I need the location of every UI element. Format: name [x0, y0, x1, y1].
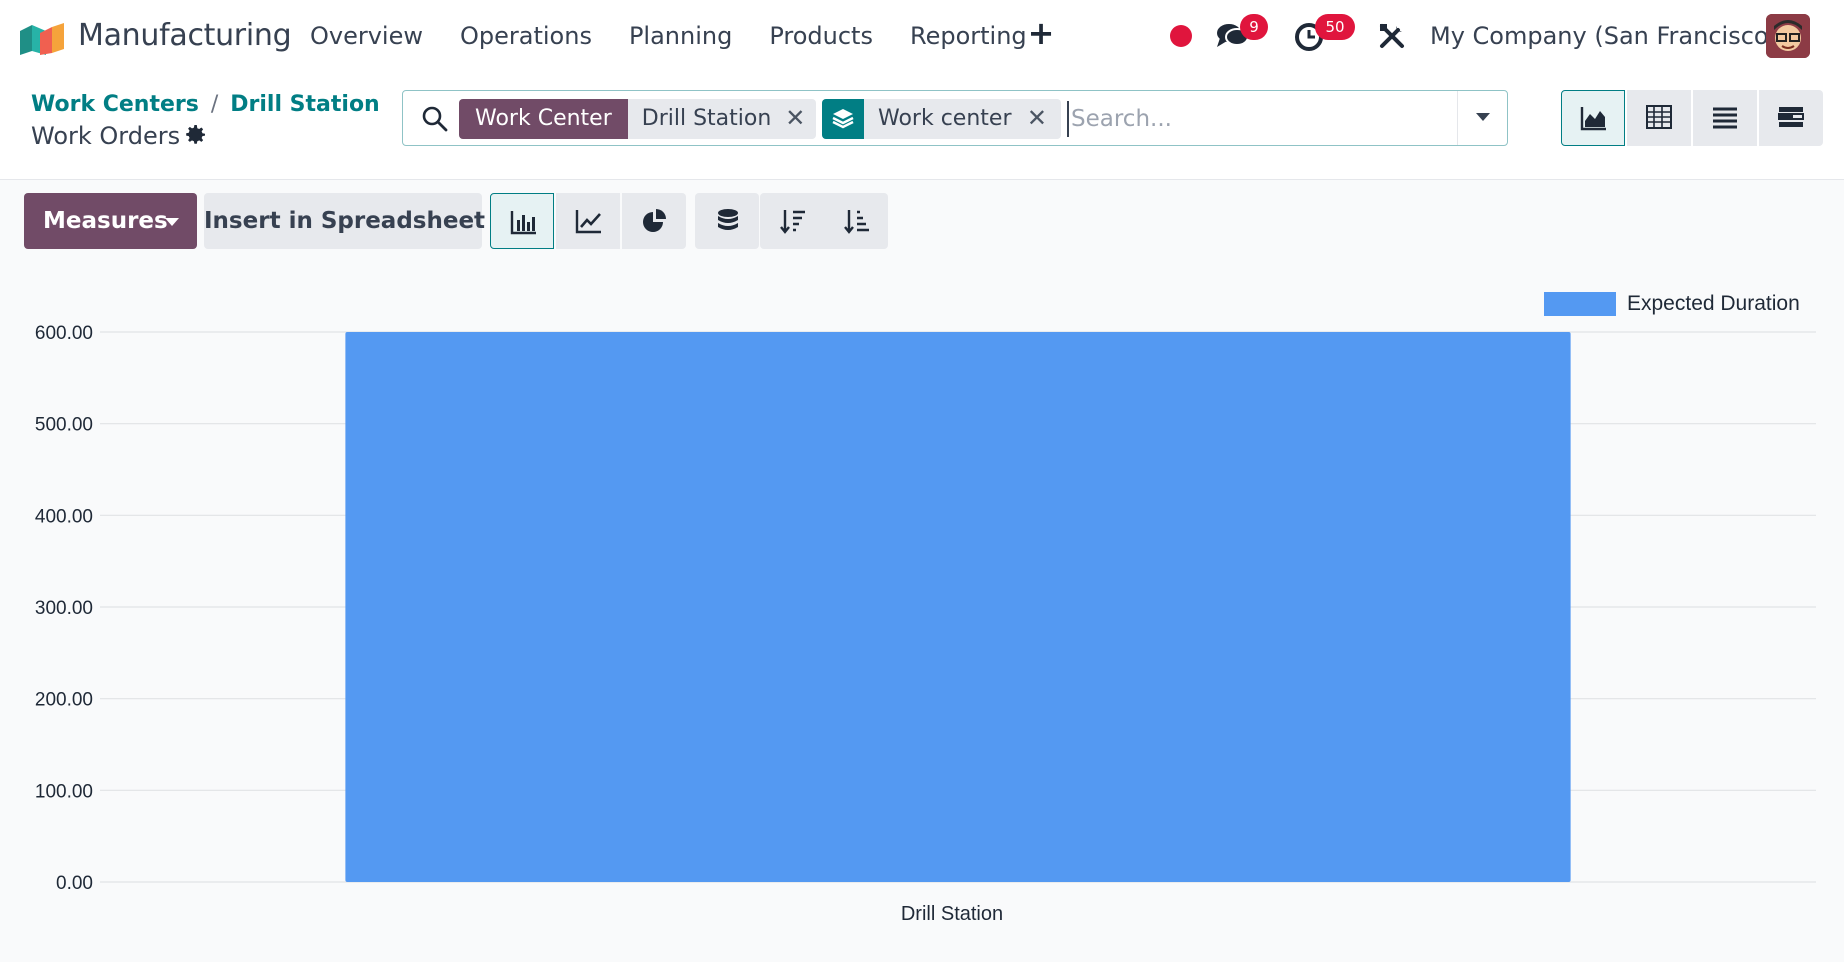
company-switcher[interactable]: My Company (San Francisco) — [1430, 22, 1778, 50]
search-icon[interactable] — [421, 105, 449, 133]
menu-item-planning[interactable]: Planning — [629, 22, 732, 50]
y-tick-label: 200.00 — [35, 690, 93, 711]
filter-facet: Work Center Drill Station ✕ — [459, 99, 816, 139]
view-list-button[interactable] — [1693, 90, 1757, 146]
menu-item-operations[interactable]: Operations — [460, 22, 592, 50]
x-tick-label: Drill Station — [901, 903, 1003, 925]
facet-value: Drill Station — [641, 106, 772, 131]
facet-value: Work center — [878, 106, 1012, 131]
chart-legend[interactable]: Expected Duration — [1544, 292, 1800, 316]
facet-remove-icon[interactable]: ✕ — [1027, 99, 1061, 139]
gear-icon[interactable] — [184, 123, 208, 147]
bar[interactable] — [345, 332, 1571, 882]
bar-chart-button[interactable] — [490, 193, 554, 249]
graph-chart: Expected Duration 0.00 100.00 200.00 300.00… — [0, 280, 1844, 962]
manufacturing-app-icon[interactable] — [18, 19, 66, 55]
sort-ascending-button[interactable] — [824, 193, 888, 249]
menu-item-reporting[interactable]: Reporting — [910, 22, 1027, 50]
area-chart-icon — [1580, 107, 1606, 131]
insert-in-spreadsheet-button[interactable]: Insert in Spreadsheet — [204, 193, 485, 249]
caret-down-icon — [165, 218, 179, 226]
breadcrumb-work-centers[interactable]: Work Centers — [31, 92, 199, 117]
gantt-icon — [1778, 107, 1804, 127]
view-pivot-button[interactable] — [1627, 90, 1691, 146]
menu-item-products[interactable]: Products — [769, 22, 873, 50]
record-icon[interactable] — [1170, 25, 1192, 47]
line-chart-icon — [575, 210, 601, 234]
pie-chart-icon — [643, 209, 666, 232]
database-icon — [718, 209, 738, 230]
plus-icon[interactable]: + — [1026, 17, 1056, 49]
search-input[interactable] — [1067, 101, 1447, 137]
legend-label: Expected Duration — [1627, 292, 1800, 315]
pie-chart-button[interactable] — [622, 193, 686, 249]
activities-badge: 50 — [1315, 14, 1355, 40]
view-switcher — [1561, 90, 1823, 146]
line-chart-button[interactable] — [556, 193, 620, 249]
measures-button[interactable]: Measures — [24, 193, 197, 249]
breadcrumb: Work Centers / Drill Station — [31, 92, 380, 117]
bar-chart-icon — [510, 211, 536, 235]
stacked-button[interactable] — [695, 193, 759, 249]
layers-icon — [822, 99, 864, 139]
chart-plot: 0.00 100.00 200.00 300.00 400.00 500.00 600.00… — [35, 323, 1816, 925]
y-tick-label: 100.00 — [35, 781, 93, 802]
menu-item-overview[interactable]: Overview — [310, 22, 423, 50]
messages-badge: 9 — [1240, 14, 1268, 40]
facet-label: Work Center — [459, 99, 628, 139]
list-icon — [1713, 107, 1737, 129]
sort-desc-icon — [780, 210, 805, 234]
measures-label: Measures — [43, 208, 168, 234]
top-navbar: Manufacturing Overview Operations Planni… — [0, 0, 1844, 72]
caret-down-icon — [1476, 113, 1490, 121]
legend-swatch — [1544, 292, 1616, 316]
sort-asc-icon — [844, 210, 869, 234]
y-tick-label: 300.00 — [35, 598, 93, 619]
view-gantt-button[interactable] — [1759, 90, 1823, 146]
facet-remove-icon[interactable]: ✕ — [785, 99, 816, 139]
groupby-facet: Work center ✕ — [822, 99, 1061, 139]
tools-icon[interactable] — [1378, 22, 1406, 50]
y-tick-label: 0.00 — [56, 873, 93, 894]
app-name[interactable]: Manufacturing — [78, 18, 292, 53]
breadcrumb-separator: / — [210, 92, 219, 117]
sort-descending-button[interactable] — [760, 193, 824, 249]
view-graph-button[interactable] — [1561, 90, 1625, 146]
y-tick-label: 600.00 — [35, 323, 93, 344]
y-tick-label: 400.00 — [35, 506, 93, 527]
search-bar: Work Center Drill Station ✕ Work center … — [402, 90, 1508, 146]
main-menu: Overview Operations Planning Products Re… — [310, 22, 1064, 50]
avatar[interactable] — [1766, 14, 1810, 58]
page-title: Work Orders — [31, 122, 181, 150]
breadcrumb-drill-station[interactable]: Drill Station — [230, 92, 379, 117]
control-panel: Work Centers / Drill Station Work Orders W… — [0, 72, 1844, 180]
y-tick-label: 500.00 — [35, 415, 93, 436]
table-icon — [1646, 105, 1672, 129]
search-options-toggle[interactable] — [1457, 91, 1507, 145]
